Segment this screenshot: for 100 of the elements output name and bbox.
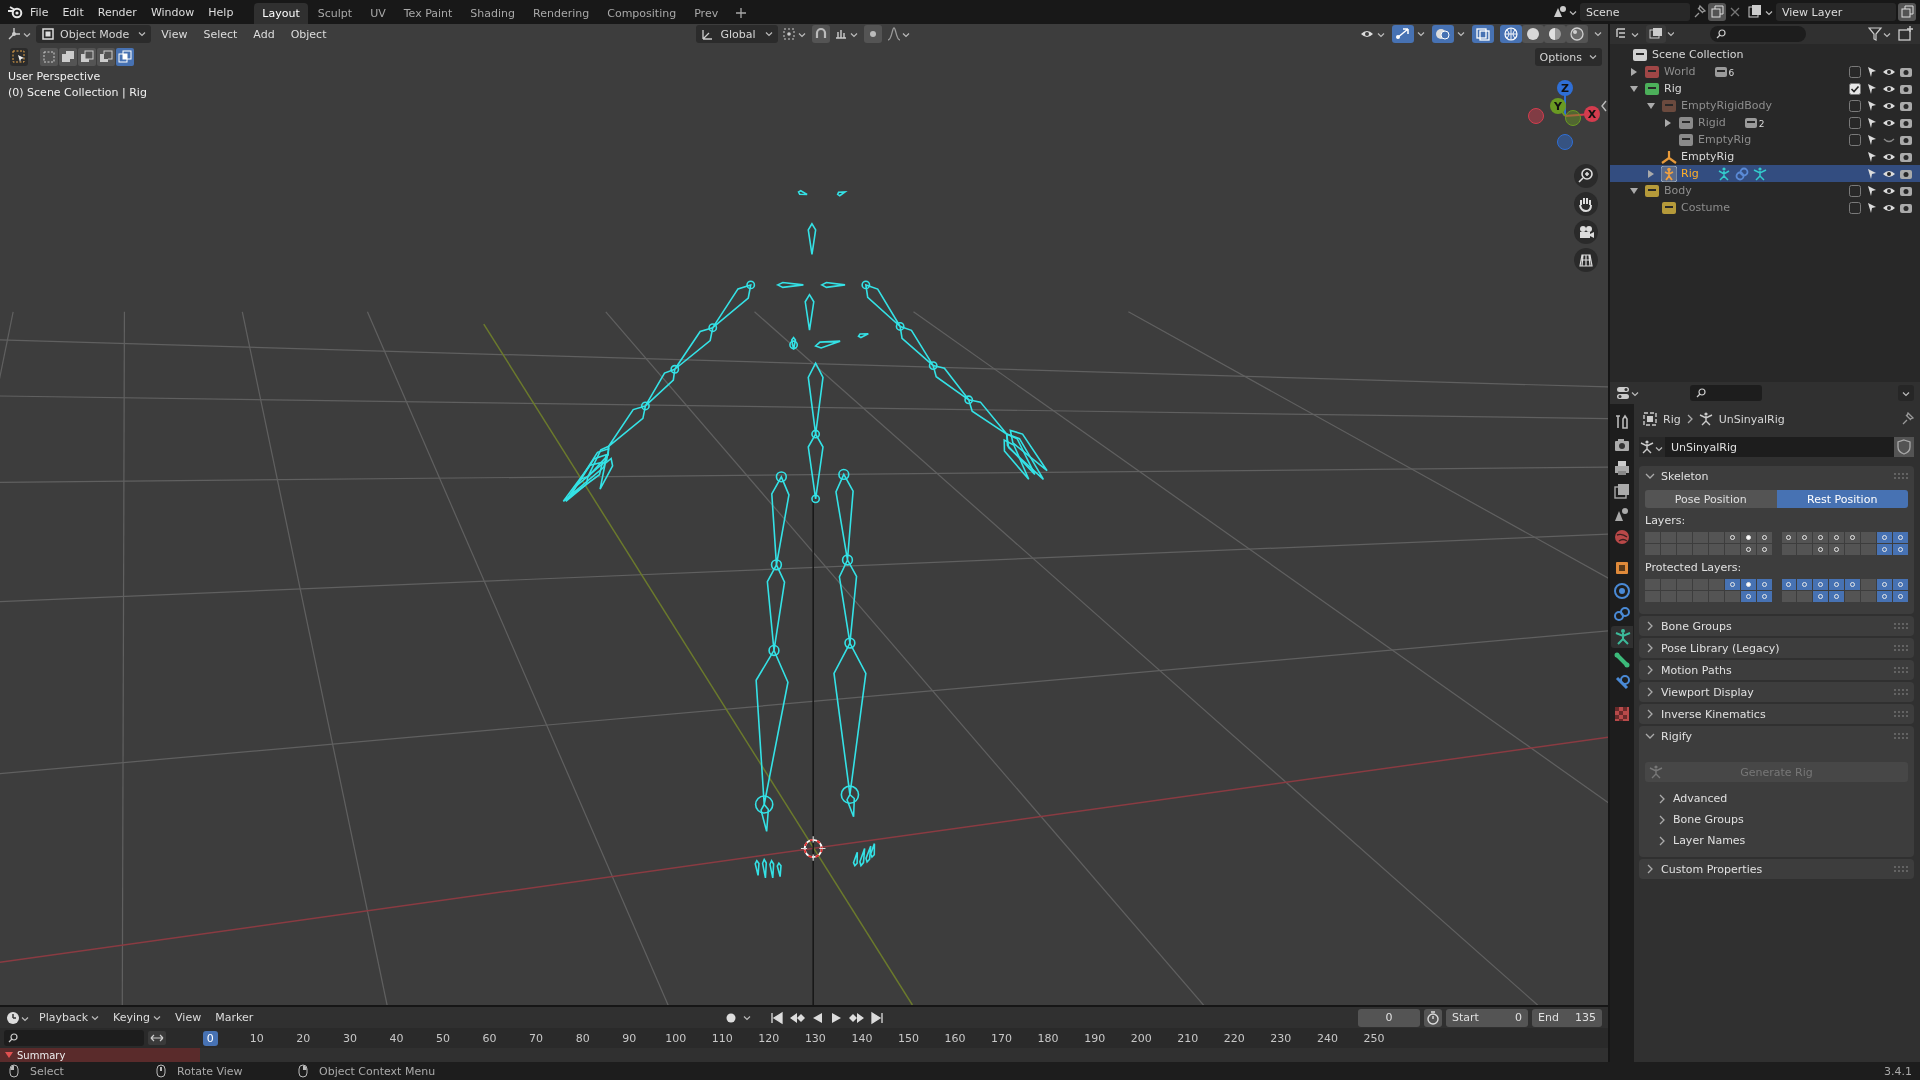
layer-toggle[interactable] [1893, 579, 1908, 590]
chevron-right-icon[interactable] [1657, 793, 1667, 804]
layer-toggle[interactable] [1797, 591, 1813, 602]
jump-to-start-icon[interactable] [769, 1009, 785, 1026]
subpanel-header[interactable]: Bone Groups [1673, 813, 1744, 826]
search-field[interactable] [4, 1030, 144, 1046]
drag-handle-icon[interactable] [1894, 689, 1908, 695]
layer-toggle[interactable] [1781, 579, 1797, 590]
selection-mode-icon[interactable] [97, 48, 115, 66]
chevron-right-icon[interactable] [1645, 665, 1655, 675]
layer-toggle[interactable] [1740, 544, 1756, 555]
menu-button[interactable]: View [155, 25, 194, 43]
axis-handle[interactable]: Z [1557, 80, 1573, 96]
exclude-checkbox[interactable] [1848, 99, 1861, 112]
jump-to-end-icon[interactable] [869, 1009, 885, 1026]
exclude-checkbox[interactable] [1848, 133, 1861, 146]
pose-icon[interactable] [1752, 166, 1767, 181]
filter-view-icon[interactable] [1646, 25, 1674, 43]
selection-mode-icon[interactable] [78, 48, 96, 66]
selection-mode-icon[interactable] [59, 48, 77, 66]
tree-item-label[interactable]: EmptyRigidBody [1681, 99, 1772, 112]
editor-type-icon[interactable] [6, 1009, 30, 1026]
filter-icon[interactable] [1868, 26, 1892, 42]
panel-header[interactable]: Rigify [1661, 729, 1888, 743]
zoom-icon[interactable] [1574, 164, 1598, 188]
layer-toggle[interactable] [1724, 591, 1740, 602]
tree-item-label[interactable]: Scene Collection [1652, 48, 1744, 61]
expanded-arrow-icon[interactable] [1630, 84, 1638, 93]
panel-header[interactable]: Viewport Display [1661, 685, 1888, 699]
gizmo-icon[interactable] [1392, 25, 1426, 43]
chevron-right-icon[interactable] [1657, 835, 1667, 846]
tool-tab-icon[interactable] [1613, 413, 1631, 431]
layer-toggle[interactable] [1861, 579, 1877, 590]
new-collection-icon[interactable] [1898, 26, 1914, 42]
tree-item-label[interactable]: EmptyRig [1698, 133, 1752, 146]
scene-icon[interactable] [1552, 4, 1578, 20]
menu-button[interactable]: Keying [108, 1008, 167, 1027]
current-frame-field[interactable]: 0 [1358, 1008, 1420, 1027]
layer-toggle[interactable] [1797, 579, 1813, 590]
menu-button[interactable]: Object [284, 25, 333, 43]
tree-item-label[interactable]: Rig [1681, 167, 1699, 180]
falloff-curve-icon[interactable] [885, 26, 912, 42]
layer-toggle[interactable] [1877, 591, 1893, 602]
workspace-tab[interactable]: Prev [686, 3, 727, 24]
drag-handle-icon[interactable] [1894, 711, 1908, 717]
drag-handle-icon[interactable] [1894, 645, 1908, 651]
constraints-tab-icon[interactable] [1613, 605, 1631, 623]
camera-icon[interactable] [1574, 220, 1598, 244]
exclude-checkbox[interactable] [1848, 116, 1861, 129]
menu-button[interactable]: Playback [34, 1008, 105, 1027]
workspace-tab[interactable]: Shading [462, 3, 524, 24]
layer-toggle[interactable] [1877, 532, 1893, 543]
tree-item-label[interactable]: Rigid [1698, 116, 1726, 129]
search-field[interactable] [1710, 26, 1806, 42]
layer-toggle[interactable] [1740, 591, 1756, 602]
expanded-arrow-icon[interactable] [1630, 186, 1638, 195]
copy-icon[interactable] [1708, 3, 1726, 21]
chevron-right-icon[interactable] [1645, 687, 1655, 697]
menu-button[interactable]: Window [143, 2, 202, 22]
shading-wireframe-icon[interactable] [1500, 25, 1522, 43]
menu-button[interactable]: View [170, 1008, 207, 1027]
record-options-icon[interactable] [743, 1014, 751, 1021]
object-tab-icon[interactable] [1613, 559, 1631, 577]
workspace-tab[interactable]: Rendering [525, 3, 598, 24]
workspace-tab[interactable]: Sculpt [309, 3, 361, 24]
layer-toggle[interactable] [1861, 532, 1877, 543]
layer-toggle[interactable] [1877, 544, 1893, 555]
outliner-row[interactable]: World 6 [1610, 63, 1920, 80]
drag-handle-icon[interactable] [1894, 733, 1908, 739]
start-frame-field[interactable]: Start 0 [1446, 1008, 1528, 1027]
chevron-down-icon[interactable] [1645, 471, 1655, 481]
layer-toggle[interactable] [1756, 579, 1772, 590]
view-layer-icon[interactable] [1748, 4, 1774, 20]
datablock-name-field[interactable]: UnSinyalRig [1665, 437, 1894, 457]
end-frame-field[interactable]: End 135 [1532, 1008, 1602, 1027]
menu-button[interactable]: File [23, 2, 56, 22]
bone-constraint-tab-icon[interactable] [1613, 674, 1631, 692]
expanded-arrow-icon[interactable] [1647, 101, 1655, 110]
layer-toggle[interactable] [1797, 532, 1813, 543]
editor-type-icon[interactable] [1616, 385, 1640, 401]
world-tab-icon[interactable] [1613, 528, 1631, 546]
stopwatch-icon[interactable] [1424, 1008, 1442, 1027]
layer-toggle[interactable] [1781, 591, 1797, 602]
shading-options-icon[interactable] [1594, 31, 1602, 37]
tree-item-label[interactable]: EmptyRig [1681, 150, 1735, 163]
overlay-icon[interactable] [1432, 25, 1466, 43]
menu-button[interactable]: Add [247, 25, 281, 43]
workspace-tab[interactable]: Compositing [599, 3, 685, 24]
outliner-row[interactable]: Costume [1610, 199, 1920, 216]
layer-toggle[interactable] [1756, 544, 1772, 555]
exclude-checkbox[interactable] [1848, 82, 1861, 95]
view-layer-field[interactable]: View Layer [1776, 3, 1896, 21]
chevron-right-icon[interactable] [1657, 814, 1667, 825]
chevron-right-icon[interactable] [1645, 621, 1655, 631]
menu-button[interactable]: Edit [55, 2, 91, 22]
layer-toggle[interactable] [1724, 579, 1740, 590]
layer-toggle[interactable] [1845, 532, 1861, 543]
panel-header[interactable]: Motion Paths [1661, 663, 1888, 677]
menu-button[interactable]: Help [201, 2, 241, 22]
armature-data-icon[interactable] [1716, 166, 1731, 181]
